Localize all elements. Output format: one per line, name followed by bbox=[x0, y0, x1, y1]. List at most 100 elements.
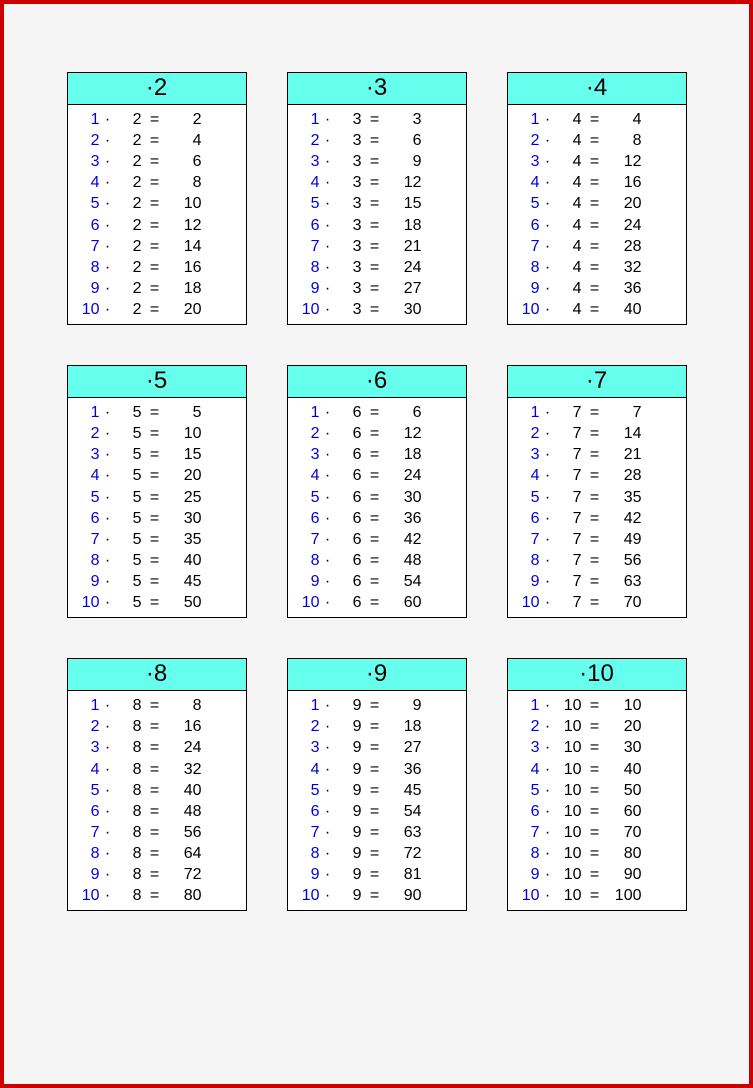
card-header: ·4 bbox=[508, 73, 686, 105]
table-row: 7·2=14 bbox=[74, 236, 240, 257]
multiplicand: 8 bbox=[294, 257, 320, 278]
product: 2 bbox=[168, 109, 202, 130]
table-row: 9·6=54 bbox=[294, 571, 460, 592]
equals-sign: = bbox=[142, 257, 168, 278]
equals-sign: = bbox=[142, 215, 168, 236]
product: 63 bbox=[608, 571, 642, 592]
equals-sign: = bbox=[362, 801, 388, 822]
operator-dot: · bbox=[100, 236, 116, 257]
tables-grid: ·21·2=22·2=43·2=64·2=85·2=106·2=127·2=14… bbox=[44, 72, 709, 911]
table-row: 2·3=6 bbox=[294, 130, 460, 151]
multiplicand: 9 bbox=[514, 571, 540, 592]
operator-dot: · bbox=[100, 550, 116, 571]
card-header: ·6 bbox=[288, 366, 466, 398]
operator-dot: · bbox=[320, 236, 336, 257]
equals-sign: = bbox=[582, 885, 608, 906]
table-row: 1·5=5 bbox=[74, 402, 240, 423]
multiplier: 10 bbox=[556, 801, 582, 822]
product: 18 bbox=[168, 278, 202, 299]
equals-sign: = bbox=[142, 278, 168, 299]
multiplicand: 9 bbox=[294, 864, 320, 885]
multiplicand: 1 bbox=[294, 695, 320, 716]
operator-dot: · bbox=[100, 215, 116, 236]
product: 30 bbox=[168, 508, 202, 529]
product: 20 bbox=[608, 716, 642, 737]
table-row: 1·6=6 bbox=[294, 402, 460, 423]
equals-sign: = bbox=[362, 759, 388, 780]
product: 24 bbox=[168, 737, 202, 758]
table-row: 7·9=63 bbox=[294, 822, 460, 843]
multiplier: 2 bbox=[116, 109, 142, 130]
operator-dot: · bbox=[320, 151, 336, 172]
product: 36 bbox=[608, 278, 642, 299]
table-row: 2·7=14 bbox=[514, 423, 680, 444]
multiplicand: 4 bbox=[74, 172, 100, 193]
multiplicand: 5 bbox=[294, 193, 320, 214]
multiplicand: 7 bbox=[74, 236, 100, 257]
multiplier: 4 bbox=[556, 130, 582, 151]
equals-sign: = bbox=[582, 529, 608, 550]
multiplicand: 7 bbox=[74, 529, 100, 550]
equals-sign: = bbox=[582, 402, 608, 423]
table-row: 8·3=24 bbox=[294, 257, 460, 278]
multiplicand: 9 bbox=[514, 864, 540, 885]
operator-dot: · bbox=[540, 822, 556, 843]
product: 12 bbox=[608, 151, 642, 172]
multiplier: 6 bbox=[336, 423, 362, 444]
card-header: ·10 bbox=[508, 659, 686, 691]
multiplier: 10 bbox=[556, 843, 582, 864]
operator-dot: · bbox=[320, 716, 336, 737]
multiplier: 9 bbox=[336, 780, 362, 801]
equals-sign: = bbox=[362, 257, 388, 278]
multiplicand: 9 bbox=[74, 571, 100, 592]
table-row: 2·2=4 bbox=[74, 130, 240, 151]
multiplicand: 5 bbox=[74, 780, 100, 801]
equals-sign: = bbox=[142, 822, 168, 843]
product: 54 bbox=[388, 801, 422, 822]
multiplier: 2 bbox=[116, 278, 142, 299]
multiplicand: 6 bbox=[74, 801, 100, 822]
equals-sign: = bbox=[142, 801, 168, 822]
multiplier: 5 bbox=[116, 402, 142, 423]
multiplicand: 6 bbox=[514, 801, 540, 822]
product: 6 bbox=[388, 130, 422, 151]
table-row: 7·10=70 bbox=[514, 822, 680, 843]
card-body: 1·9=92·9=183·9=274·9=365·9=456·9=547·9=6… bbox=[288, 691, 466, 910]
multiplier: 5 bbox=[116, 508, 142, 529]
table-row: 9·8=72 bbox=[74, 864, 240, 885]
operator-dot: · bbox=[320, 592, 336, 613]
multiplicand: 4 bbox=[294, 465, 320, 486]
table-row: 3·6=18 bbox=[294, 444, 460, 465]
table-row: 6·9=54 bbox=[294, 801, 460, 822]
operator-dot: · bbox=[100, 278, 116, 299]
multiplicand: 6 bbox=[74, 508, 100, 529]
product: 16 bbox=[168, 716, 202, 737]
multiplier: 6 bbox=[336, 592, 362, 613]
multiplier: 7 bbox=[556, 529, 582, 550]
table-row: 3·9=27 bbox=[294, 737, 460, 758]
multiplication-card: ·41·4=42·4=83·4=124·4=165·4=206·4=247·4=… bbox=[507, 72, 687, 325]
operator-dot: · bbox=[320, 487, 336, 508]
product: 6 bbox=[168, 151, 202, 172]
multiplicand: 2 bbox=[74, 130, 100, 151]
operator-dot: · bbox=[100, 508, 116, 529]
table-row: 8·5=40 bbox=[74, 550, 240, 571]
product: 100 bbox=[608, 885, 642, 906]
product: 15 bbox=[388, 193, 422, 214]
product: 8 bbox=[608, 130, 642, 151]
equals-sign: = bbox=[362, 487, 388, 508]
operator-dot: · bbox=[540, 780, 556, 801]
multiplicand: 5 bbox=[514, 780, 540, 801]
table-row: 8·10=80 bbox=[514, 843, 680, 864]
multiplicand: 7 bbox=[514, 236, 540, 257]
operator-dot: · bbox=[100, 737, 116, 758]
table-row: 10·3=30 bbox=[294, 299, 460, 320]
multiplicand: 2 bbox=[514, 130, 540, 151]
product: 10 bbox=[608, 695, 642, 716]
multiplier: 6 bbox=[336, 402, 362, 423]
multiplicand: 9 bbox=[294, 571, 320, 592]
multiplier: 5 bbox=[116, 550, 142, 571]
product: 8 bbox=[168, 172, 202, 193]
multiplicand: 4 bbox=[294, 759, 320, 780]
product: 14 bbox=[168, 236, 202, 257]
